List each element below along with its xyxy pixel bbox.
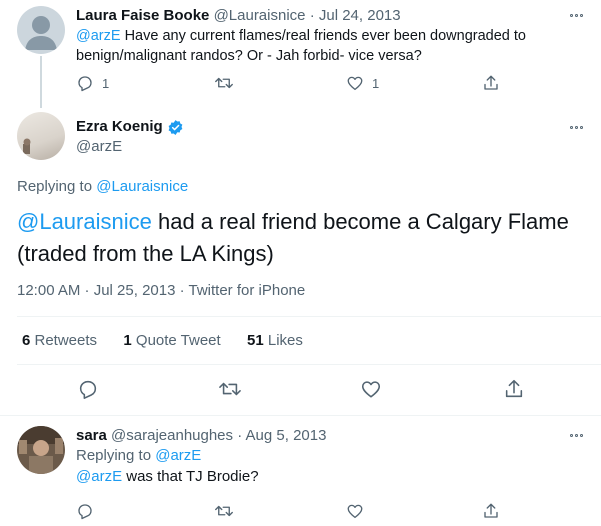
retweet-button[interactable] [218,378,242,400]
tweet-header: Laura Faise Booke @Lauraisnice · Jul 24,… [76,6,401,26]
share-button[interactable] [482,74,500,92]
quotes-count: 1 [123,332,132,349]
avatar-sara[interactable] [17,426,65,474]
like-button[interactable] [346,502,364,520]
author-handle[interactable]: @arzE [76,137,122,157]
tweet-text: @arzE Have any current flames/real frien… [76,26,586,66]
retweets-label: Retweets [30,332,98,349]
reply-button[interactable]: 1 [76,74,109,92]
default-avatar-icon [25,16,57,50]
mention-link[interactable]: @Lauraisnice [17,209,152,234]
replying-label: Replying to [17,178,97,195]
divider [17,364,601,365]
more-icon[interactable] [566,10,586,20]
author-handle[interactable]: @sarajeanhughes [111,427,233,444]
more-icon[interactable] [566,122,586,132]
heart-icon [347,504,363,519]
likes-label: Likes [263,332,303,349]
avatar-laura[interactable] [17,6,65,54]
heart-icon [361,381,381,398]
replying-handle-link[interactable]: @arzE [155,447,201,464]
like-button[interactable] [360,378,382,400]
thread-line [40,56,42,108]
tweet-date[interactable]: Aug 5, 2013 [246,427,327,444]
share-button[interactable] [503,378,525,400]
likes-stat[interactable]: 51 Likes [247,332,303,349]
retweets-stat[interactable]: 6 Retweets [22,332,97,349]
share-icon [505,379,523,398]
author-row: Ezra Koenig [76,117,184,137]
separator-dot: · [237,427,243,444]
main-tweet-actions [0,376,601,404]
avatar-ezra[interactable] [17,112,65,160]
retweet-button[interactable] [214,502,234,520]
divider [0,415,601,416]
mention-link[interactable]: @arzE [76,28,121,44]
replying-to: Replying to @Lauraisnice [17,177,188,197]
tweet-text-line: had a real friend become a Calgary Flame [151,209,569,234]
like-button[interactable]: 1 [346,74,379,92]
like-count: 1 [372,75,380,91]
retweet-icon [215,77,233,89]
tweet-text-line: was that TJ Brodie? [122,468,259,485]
profile-photo-icon [23,138,31,154]
more-icon[interactable] [566,430,586,440]
author-name[interactable]: Ezra Koenig [76,117,163,137]
reply-button[interactable] [76,502,94,520]
tweet-text-line: Have any current flames/real friends eve… [120,28,526,44]
share-button[interactable] [482,502,500,520]
author-name[interactable]: Laura Faise Booke [76,7,209,24]
tweet-text: @Lauraisnice had a real friend become a … [17,206,592,270]
share-icon [484,75,498,90]
retweet-icon [219,382,241,396]
verified-badge-icon [168,119,183,135]
retweet-icon [215,505,233,517]
tweet-actions [76,502,498,522]
reply-icon [79,380,97,399]
divider [17,316,601,317]
engagement-stats: 6 Retweets 1 Quote Tweet 51 Likes [22,331,303,351]
author-handle[interactable]: @Lauraisnice [214,7,306,24]
retweet-button[interactable] [214,74,234,92]
replying-handle-link[interactable]: @Lauraisnice [96,178,188,195]
reply-icon [78,504,92,520]
tweet-text-line: (traded from the LA Kings) [17,241,274,266]
reply-count: 1 [102,75,110,91]
mention-link[interactable]: @arzE [76,468,122,485]
tweet-text-line: benign/malignant randos? Or - Jah forbid… [76,48,422,64]
likes-count: 51 [247,332,264,349]
tweet-timestamp[interactable]: 12:00 AM · Jul 25, 2013 · Twitter for iP… [17,281,305,301]
tweet-date[interactable]: Jul 24, 2013 [319,7,401,24]
replying-to: Replying to @arzE [76,446,201,466]
separator-dot: · [309,7,315,24]
tweet-header: sara @sarajeanhughes · Aug 5, 2013 [76,426,326,446]
profile-photo-icon [17,426,65,474]
tweet-text: @arzE was that TJ Brodie? [76,467,259,487]
heart-icon [347,76,363,91]
reply-icon [78,76,92,92]
author-name[interactable]: sara [76,427,107,444]
quotes-stat[interactable]: 1 Quote Tweet [123,332,220,349]
quotes-label: Quote Tweet [131,332,221,349]
reply-button[interactable] [77,378,99,400]
replying-label: Replying to [76,447,156,464]
tweet-actions: 1 1 [76,74,498,94]
share-icon [484,503,498,518]
